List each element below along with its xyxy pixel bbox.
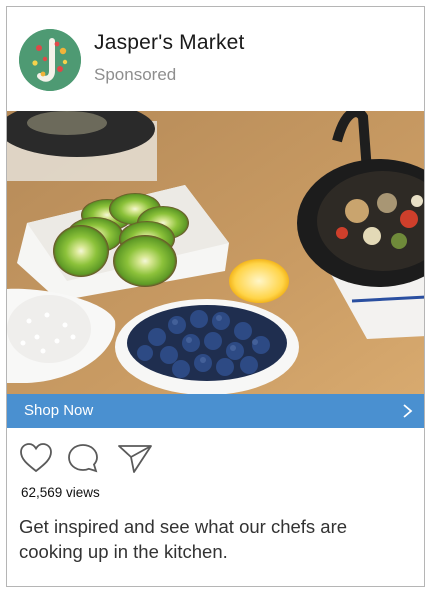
- shop-now-button[interactable]: Shop Now: [7, 394, 424, 428]
- comment-icon[interactable]: [66, 442, 100, 479]
- send-icon[interactable]: [117, 442, 153, 479]
- brand-logo-icon: [19, 29, 81, 91]
- shop-now-label: Shop Now: [24, 402, 94, 419]
- sponsored-post-card: Jasper's Market Sponsored Shop Now 62,56…: [6, 6, 425, 587]
- post-caption: Get inspired and see what our chefs are …: [19, 516, 348, 562]
- heart-icon[interactable]: [19, 442, 53, 479]
- brand-name[interactable]: Jasper's Market: [94, 31, 245, 55]
- brand-avatar[interactable]: [19, 29, 81, 91]
- post-header: Jasper's Market Sponsored: [7, 7, 424, 111]
- sponsored-label: Sponsored: [94, 65, 177, 84]
- food-photo: [7, 101, 424, 395]
- post-image[interactable]: [7, 101, 424, 395]
- chevron-right-icon: [402, 403, 414, 424]
- view-count: 62,569 views: [21, 485, 100, 500]
